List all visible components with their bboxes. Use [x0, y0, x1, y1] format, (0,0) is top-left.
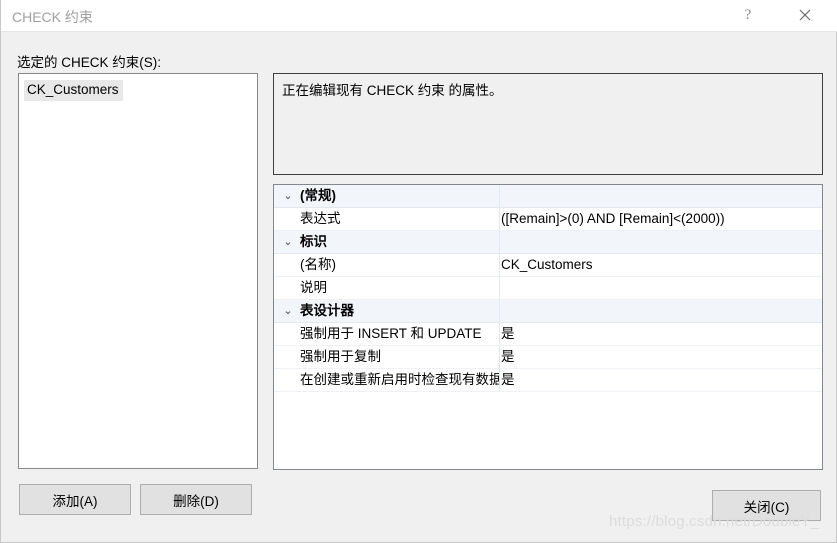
grid-column-splitter[interactable] — [499, 185, 500, 392]
constraints-listbox[interactable]: CK_Customers — [18, 73, 258, 469]
selected-constraints-label: 选定的 CHECK 约束(S): — [17, 55, 162, 70]
title-close-button[interactable] — [782, 0, 828, 30]
property-group-label: 标识 — [300, 234, 327, 249]
property-value[interactable] — [501, 277, 820, 299]
property-row[interactable]: 强制用于 INSERT 和 UPDATE 是 — [274, 323, 822, 346]
property-name: (名称) — [300, 257, 336, 272]
close-button[interactable]: 关闭(C) — [712, 490, 821, 521]
property-row[interactable]: 强制用于复制 是 — [274, 346, 822, 369]
property-group-header[interactable]: ⌄ 表设计器 — [274, 300, 822, 323]
description-text: 正在编辑现有 CHECK 约束 的属性。 — [282, 83, 503, 98]
description-box: 正在编辑现有 CHECK 约束 的属性。 — [273, 73, 823, 175]
chevron-down-icon[interactable]: ⌄ — [280, 231, 296, 253]
delete-button[interactable]: 删除(D) — [140, 484, 252, 515]
property-group-header[interactable]: ⌄ (常规) — [274, 185, 822, 208]
property-row[interactable]: (名称) CK_Customers — [274, 254, 822, 277]
property-row[interactable]: 说明 — [274, 277, 822, 300]
close-icon — [799, 9, 811, 21]
property-group-header[interactable]: ⌄ 标识 — [274, 231, 822, 254]
window-title: CHECK 约束 — [12, 9, 93, 25]
question-mark-icon: ? — [744, 7, 752, 23]
property-value[interactable]: CK_Customers — [501, 254, 820, 276]
property-group-label: (常规) — [300, 188, 336, 203]
chevron-down-icon[interactable]: ⌄ — [280, 185, 296, 207]
help-button[interactable]: ? — [725, 0, 771, 30]
property-name: 在创建或重新启用时检查现有数据 — [300, 372, 499, 387]
title-bar: CHECK 约束 ? — [1, 0, 837, 32]
check-constraint-dialog: CHECK 约束 ? 选定的 CHECK 约束(S): CK_Customers… — [0, 0, 837, 543]
property-name: 强制用于复制 — [300, 349, 381, 364]
property-value[interactable]: 是 — [501, 346, 820, 368]
property-group-label: 表设计器 — [300, 303, 354, 318]
chevron-down-icon[interactable]: ⌄ — [280, 300, 296, 322]
property-value[interactable]: 是 — [501, 323, 820, 345]
list-item[interactable]: CK_Customers — [24, 80, 123, 101]
property-name: 表达式 — [300, 211, 341, 226]
property-grid[interactable]: ⌄ (常规) 表达式 ([Remain]>(0) AND [Remain]<(2000… — [273, 184, 823, 470]
property-name: 强制用于 INSERT 和 UPDATE — [300, 326, 482, 341]
add-button[interactable]: 添加(A) — [19, 484, 131, 515]
property-value[interactable]: 是 — [501, 369, 820, 391]
property-row[interactable]: 在创建或重新启用时检查现有数据是 — [274, 369, 822, 392]
property-name: 说明 — [300, 280, 327, 295]
property-value[interactable]: ([Remain]>(0) AND [Remain]<(2000)) — [501, 208, 820, 230]
property-row[interactable]: 表达式 ([Remain]>(0) AND [Remain]<(2000)) — [274, 208, 822, 231]
